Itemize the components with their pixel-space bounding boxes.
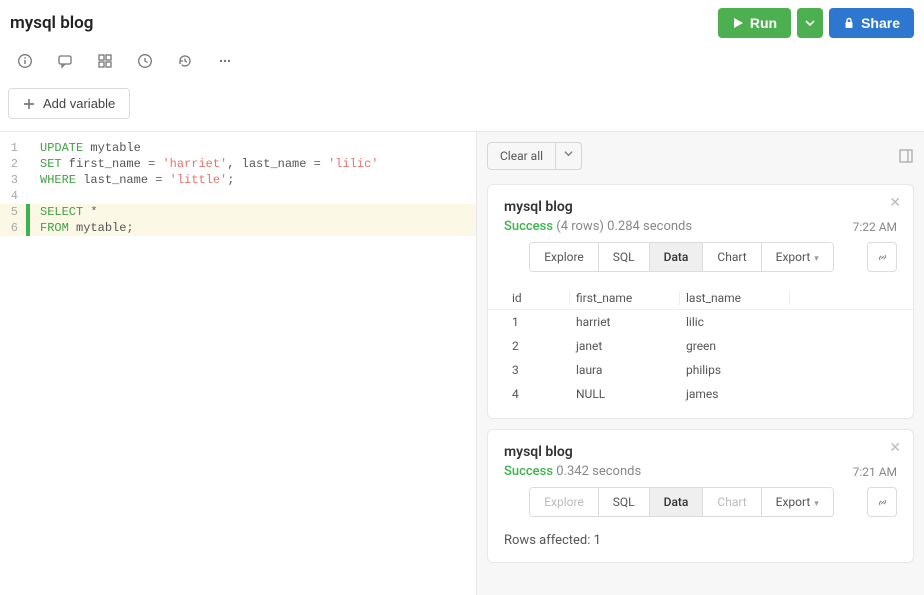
run-button[interactable]: Run xyxy=(718,8,791,38)
table-header-row: idfirst_namelast_name xyxy=(488,282,913,310)
table-cell: 4 xyxy=(506,387,570,401)
lock-icon xyxy=(843,17,855,29)
tab-sql[interactable]: SQL xyxy=(599,488,650,516)
tab-data[interactable]: Data xyxy=(650,243,704,271)
code-content: SELECT * xyxy=(30,204,476,220)
result-time: 7:21 AM xyxy=(853,465,897,479)
history-icon[interactable] xyxy=(176,52,194,70)
more-icon[interactable] xyxy=(216,52,234,70)
link-icon[interactable] xyxy=(867,242,897,272)
run-button-label: Run xyxy=(750,15,777,31)
share-button[interactable]: Share xyxy=(829,8,914,38)
tab-explore: Explore xyxy=(530,488,599,516)
editor-line[interactable]: 5SELECT * xyxy=(0,204,476,220)
editor-line[interactable]: 2SET first_name = 'harriet', last_name =… xyxy=(0,156,476,172)
clear-all-button[interactable]: Clear all xyxy=(487,142,582,170)
table-cell: philips xyxy=(680,363,790,377)
table-cell: james xyxy=(680,387,790,401)
page-title: mysql blog xyxy=(10,13,93,33)
result-title: mysql blog xyxy=(504,199,897,215)
tab-chart[interactable]: Chart xyxy=(703,243,761,271)
table-row[interactable]: 1harrietlilic xyxy=(488,310,913,334)
editor-line[interactable]: 6FROM mytable; xyxy=(0,220,476,236)
grid-icon[interactable] xyxy=(96,52,114,70)
close-icon[interactable]: ✕ xyxy=(889,195,901,211)
code-content: WHERE last_name = 'little'; xyxy=(30,172,476,188)
close-icon[interactable]: ✕ xyxy=(889,440,901,456)
clear-all-label: Clear all xyxy=(488,143,555,169)
share-button-label: Share xyxy=(861,15,900,31)
sql-editor[interactable]: 1UPDATE mytable2SET first_name = 'harrie… xyxy=(0,132,476,595)
run-dropdown-button[interactable] xyxy=(797,8,823,38)
editor-line[interactable]: 1UPDATE mytable xyxy=(0,140,476,156)
chevron-down-icon xyxy=(564,149,573,158)
info-icon[interactable] xyxy=(16,52,34,70)
table-cell: lilic xyxy=(680,315,790,329)
table-cell: NULL xyxy=(570,387,680,401)
table-cell: 2 xyxy=(506,339,570,353)
tab-sql[interactable]: SQL xyxy=(599,243,650,271)
result-table: idfirst_namelast_name1harrietlilic2janet… xyxy=(488,282,913,406)
tab-chart: Chart xyxy=(703,488,761,516)
tab-data[interactable]: Data xyxy=(650,488,704,516)
plus-icon xyxy=(23,98,35,110)
table-row[interactable]: 3lauraphilips xyxy=(488,358,913,382)
result-card: mysql blog Success (4 rows) 0.284 seconds… xyxy=(487,184,914,419)
chevron-down-icon: ▾ xyxy=(814,499,819,509)
table-cell: laura xyxy=(570,363,680,377)
column-header[interactable]: first_name xyxy=(570,291,680,305)
editor-line[interactable]: 4 xyxy=(0,188,476,204)
clear-all-dropdown[interactable] xyxy=(555,143,581,169)
table-cell: harriet xyxy=(570,315,680,329)
code-content: UPDATE mytable xyxy=(30,140,476,156)
result-card: mysql blog Success 0.342 seconds7:21 AM ✕ E… xyxy=(487,429,914,563)
code-content: FROM mytable; xyxy=(30,220,476,236)
result-time: 7:22 AM xyxy=(853,220,897,234)
tab-export[interactable]: Export▾ xyxy=(762,243,833,271)
table-row[interactable]: 2janetgreen xyxy=(488,334,913,358)
line-number: 3 xyxy=(0,172,26,188)
result-status: Success 0.342 seconds xyxy=(504,464,897,479)
line-number: 5 xyxy=(0,204,26,220)
editor-line[interactable]: 3WHERE last_name = 'little'; xyxy=(0,172,476,188)
chevron-down-icon: ▾ xyxy=(814,254,819,264)
result-status: Success (4 rows) 0.284 seconds xyxy=(504,219,897,234)
line-number: 6 xyxy=(0,220,26,236)
line-number: 4 xyxy=(0,188,26,204)
table-row[interactable]: 4NULLjames xyxy=(488,382,913,406)
panel-layout-icon[interactable] xyxy=(898,148,914,164)
line-number: 1 xyxy=(0,140,26,156)
code-content: SET first_name = 'harriet', last_name = … xyxy=(30,156,476,172)
link-icon[interactable] xyxy=(867,487,897,517)
chevron-down-icon xyxy=(805,18,815,28)
tab-export[interactable]: Export▾ xyxy=(762,488,833,516)
rows-affected: Rows affected: 1 xyxy=(488,527,913,562)
add-variable-label: Add variable xyxy=(43,96,115,111)
comment-icon[interactable] xyxy=(56,52,74,70)
table-cell: 1 xyxy=(506,315,570,329)
add-variable-button[interactable]: Add variable xyxy=(8,88,130,119)
tab-explore[interactable]: Explore xyxy=(530,243,599,271)
result-title: mysql blog xyxy=(504,444,897,460)
column-header[interactable]: id xyxy=(506,291,570,305)
play-icon xyxy=(732,17,744,29)
table-cell: 3 xyxy=(506,363,570,377)
table-cell: janet xyxy=(570,339,680,353)
table-cell: green xyxy=(680,339,790,353)
line-number: 2 xyxy=(0,156,26,172)
column-header[interactable]: last_name xyxy=(680,291,790,305)
code-content xyxy=(30,188,476,204)
schedule-icon[interactable] xyxy=(136,52,154,70)
